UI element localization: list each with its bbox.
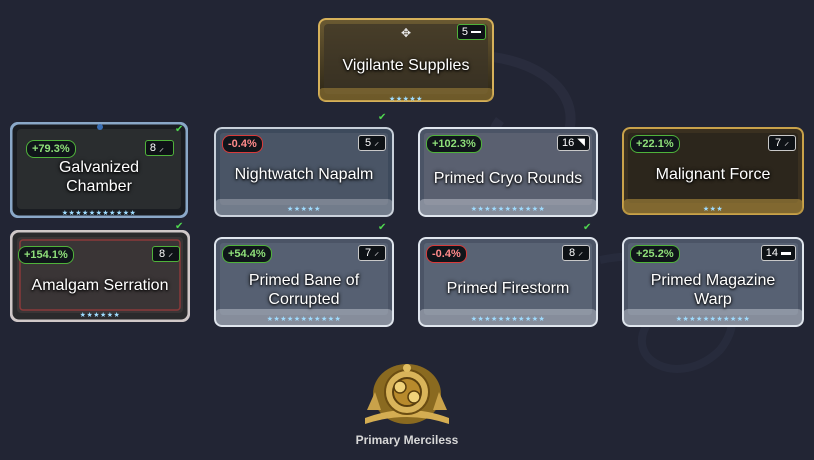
mod-stat-badge: +25.2% — [630, 245, 680, 263]
mod-card-7[interactable]: +25.2% 14 ▬ Primed Magazine Warp ★★★★★★★★… — [622, 237, 804, 327]
mod-drain: 7 ⸝ — [358, 245, 386, 261]
transmute-flag-icon: ✔ — [175, 221, 184, 232]
aura-polarity-icon: ✥ — [400, 26, 412, 40]
mod-name: Primed Bane of Corrupted — [248, 272, 360, 308]
mod-name: Primed Cryo Rounds — [433, 170, 583, 187]
mod-card-6[interactable]: -0.4% 8 ⸝ Primed Firestorm ★★★★★★★★★★★ — [418, 237, 598, 327]
mod-rank-stars: ★★★★★★ — [79, 312, 121, 319]
mod-rank-stars: ★★★★★★★★★★★ — [266, 316, 342, 323]
mod-rank-stars: ★★★★★★★★★★★ — [470, 316, 546, 323]
mod-name: Nightwatch Napalm — [234, 166, 374, 183]
merciless-emblem-icon — [365, 364, 449, 424]
mod-drain: 14 ▬ — [760, 245, 796, 261]
mod-drain: 8 ⸝ — [562, 245, 590, 261]
mod-card-1[interactable]: -0.4% 5 ⸝ Nightwatch Napalm ★★★★★ — [214, 127, 394, 217]
mod-card-2[interactable]: +102.3% 16 ◥ Primed Cryo Rounds ★★★★★★★★★… — [418, 127, 598, 217]
mod-rank-stars: ★★★★★★★★★★★ — [61, 210, 137, 217]
mod-name: Primed Magazine Warp — [650, 272, 776, 308]
transmute-flag-icon: ✔ — [378, 112, 387, 123]
build-title: Primary Merciless — [355, 433, 459, 447]
mod-stat-badge: +154.1% — [18, 246, 74, 264]
mod-stat-badge: +22.1% — [630, 135, 680, 153]
aura-rank-stars: ★★★★★ — [389, 96, 423, 102]
aura-mod-name: Vigilante Supplies — [342, 57, 470, 74]
mod-stat-badge: +79.3% — [26, 140, 76, 158]
mod-stat-badge: -0.4% — [222, 135, 263, 153]
mod-drain: 7 ⸝ — [768, 135, 796, 151]
mod-name: Galvanized Chamber — [58, 159, 140, 195]
mod-card-5[interactable]: +54.4% 7 ⸝ Primed Bane of Corrupted ★★★★★… — [214, 237, 394, 327]
mod-rank-stars: ★★★★★ — [287, 206, 321, 213]
transmute-flag-icon: ✔ — [583, 222, 592, 233]
mod-name: Amalgam Serration — [31, 277, 169, 294]
mod-drain: 8 ⸝ — [152, 246, 180, 262]
mod-stat-badge: +102.3% — [426, 135, 482, 153]
aura-polarity-small-icon — [471, 31, 481, 36]
mod-rank-stars: ★★★ — [702, 206, 724, 213]
mod-drain: 5 ⸝ — [358, 135, 386, 151]
mod-stat-badge: -0.4% — [426, 245, 467, 263]
mod-drain: 16 ◥ — [557, 135, 590, 151]
mod-card-0[interactable]: +79.3% 8 ⸝ Galvanized Chamber ★★★★★★★★★★★… — [10, 122, 188, 218]
mod-rank-stars: ★★★★★★★★★★★ — [675, 316, 751, 323]
transmute-flag-icon: ✔ — [378, 222, 387, 233]
mod-rank-stars: ★★★★★★★★★★★ — [470, 206, 546, 213]
mod-name: Primed Firestorm — [446, 280, 570, 297]
mod-drain: 8 ⸝ — [144, 140, 174, 156]
aura-drain: 5 — [456, 24, 486, 40]
aura-mod-card[interactable]: ✥ 5 Vigilante Supplies ★★★★★ — [318, 18, 494, 102]
mod-stat-badge: +54.4% — [222, 245, 272, 263]
mod-name: Malignant Force — [655, 166, 771, 183]
transmute-flag-icon: ✔ — [175, 124, 184, 135]
mod-card-3[interactable]: +22.1% 7 ⸝ Malignant Force ★★★ — [622, 127, 804, 215]
mod-card-4[interactable]: +154.1% 8 ⸝ Amalgam Serration ★★★★★★ — [10, 230, 190, 322]
